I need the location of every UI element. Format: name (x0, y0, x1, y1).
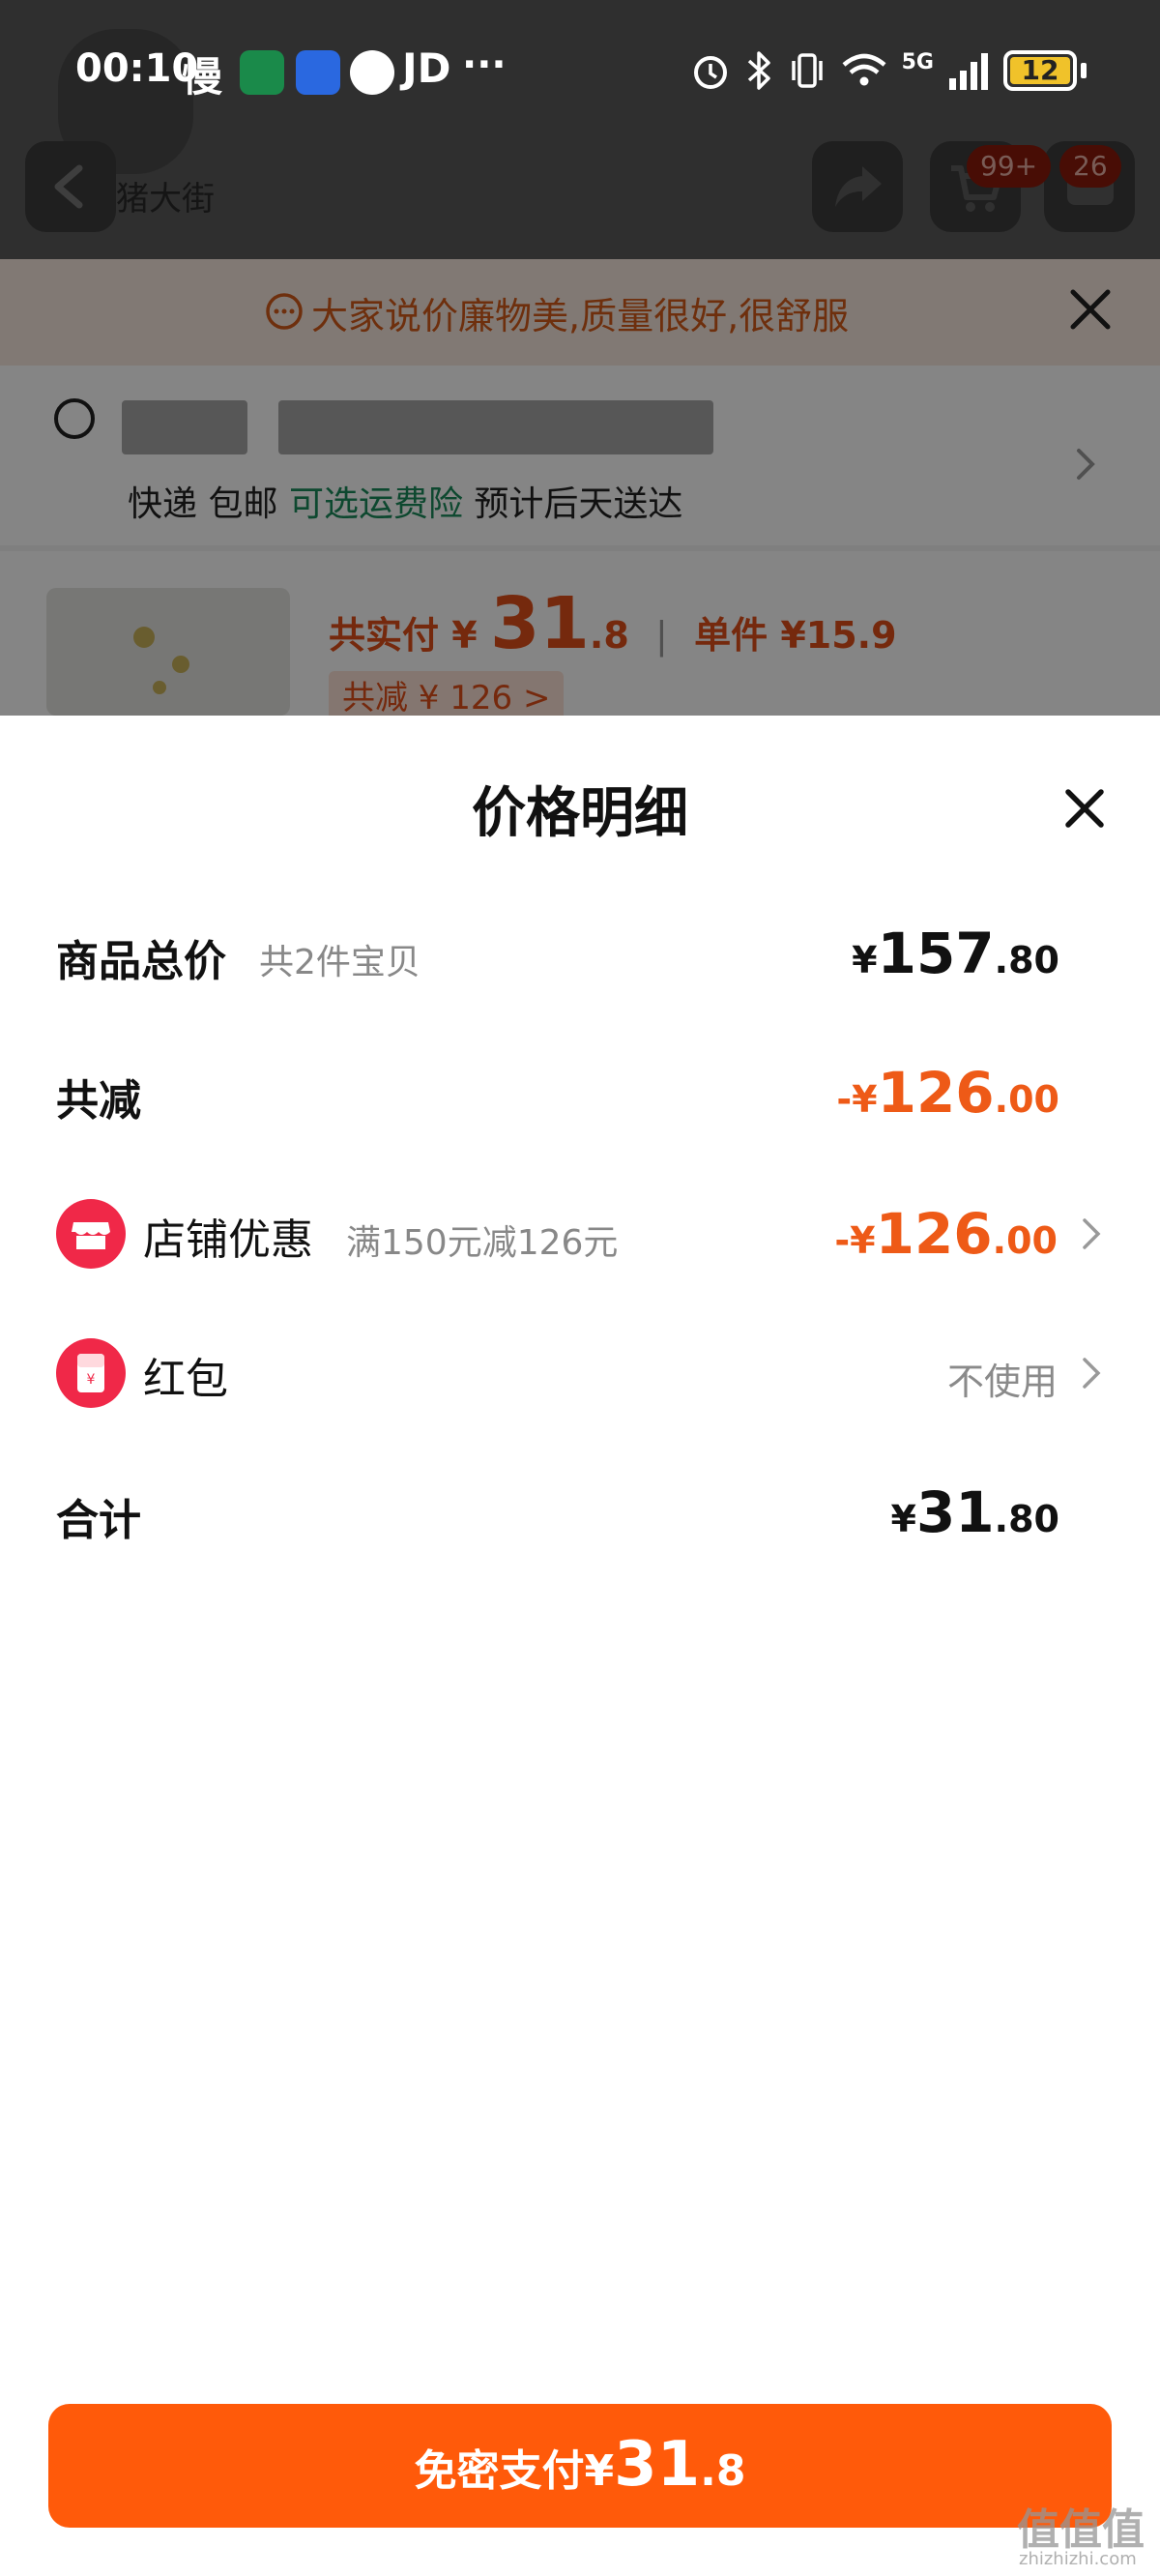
discount-int: 126 (877, 1060, 995, 1126)
battery-level: 12 (1021, 54, 1059, 86)
battery-icon: 12 (1003, 50, 1077, 91)
chevron-right-icon[interactable] (1081, 1216, 1102, 1251)
red-packet-icon: ¥ (56, 1338, 126, 1408)
subtotal-label: 商品总价 (56, 937, 226, 986)
postal-app-icon (240, 50, 284, 95)
status-jd-label: JD (402, 44, 451, 92)
close-icon[interactable] (1063, 787, 1106, 830)
subtotal-amount: ¥157.80 (852, 921, 1059, 986)
pay-button-dec: .8 (700, 2446, 746, 2496)
svg-text:¥: ¥ (87, 1372, 96, 1388)
store-int: 126 (875, 1201, 993, 1267)
discount-label: 共减 (56, 1076, 141, 1126)
status-bar: 00:10 慢 JD ··· 5G 12 (0, 0, 1160, 143)
watermark: 值值值 (1017, 2505, 1145, 2555)
total-yen: ¥ (890, 1498, 916, 1540)
status-time: 00:10 (75, 46, 199, 91)
discount-yen: -¥ (836, 1078, 878, 1121)
store-coupon-amount[interactable]: -¥126.00 (834, 1201, 1058, 1267)
pay-button-label: 免密支付 (414, 2446, 585, 2496)
subtotal-dec: .80 (994, 939, 1059, 981)
discount-dec: .00 (994, 1078, 1059, 1121)
alarm-icon (693, 56, 727, 89)
vibrate-icon (791, 53, 823, 88)
total-label: 合计 (56, 1496, 141, 1545)
total-amount: ¥31.80 (891, 1479, 1060, 1545)
status-icons: 5G 12 (689, 46, 1087, 95)
status-slow-label: 慢 (182, 53, 223, 101)
sheet-title: 价格明细 (472, 782, 688, 845)
smart-home-app-icon (296, 50, 340, 95)
watermark-sub: zhizhizhi.com (1019, 2549, 1137, 2569)
signal-icon (949, 53, 988, 90)
pause-app-icon (350, 50, 394, 95)
total-dec: .80 (994, 1498, 1059, 1540)
store-coupon-label[interactable]: 店铺优惠 (143, 1205, 313, 1267)
subtotal-count: 共2件宝贝 (259, 943, 420, 982)
bluetooth-icon (747, 51, 770, 90)
pay-button-yen: ¥ (584, 2446, 615, 2496)
discount-amount: -¥126.00 (836, 1060, 1059, 1126)
store-icon (56, 1199, 126, 1269)
red-packet-value[interactable]: 不使用 (947, 1352, 1058, 1405)
password-free-pay-button[interactable]: 免密支付¥31.8 (48, 2404, 1112, 2528)
price-detail-sheet (0, 716, 1160, 2576)
store-coupon-rule: 满150元减126元 (346, 1223, 619, 1263)
store-dec: .00 (992, 1219, 1058, 1262)
red-packet-label[interactable]: 红包 (143, 1344, 228, 1406)
status-more: ··· (462, 43, 507, 87)
subtotal-yen: ¥ (852, 939, 878, 981)
wifi-icon (842, 53, 886, 86)
chevron-right-icon[interactable] (1081, 1356, 1102, 1390)
pay-button-int: 31 (614, 2429, 701, 2501)
subtotal-int: 157 (877, 921, 995, 986)
total-int: 31 (915, 1479, 995, 1545)
network-type: 5G (901, 49, 934, 74)
store-yen: -¥ (834, 1219, 876, 1262)
